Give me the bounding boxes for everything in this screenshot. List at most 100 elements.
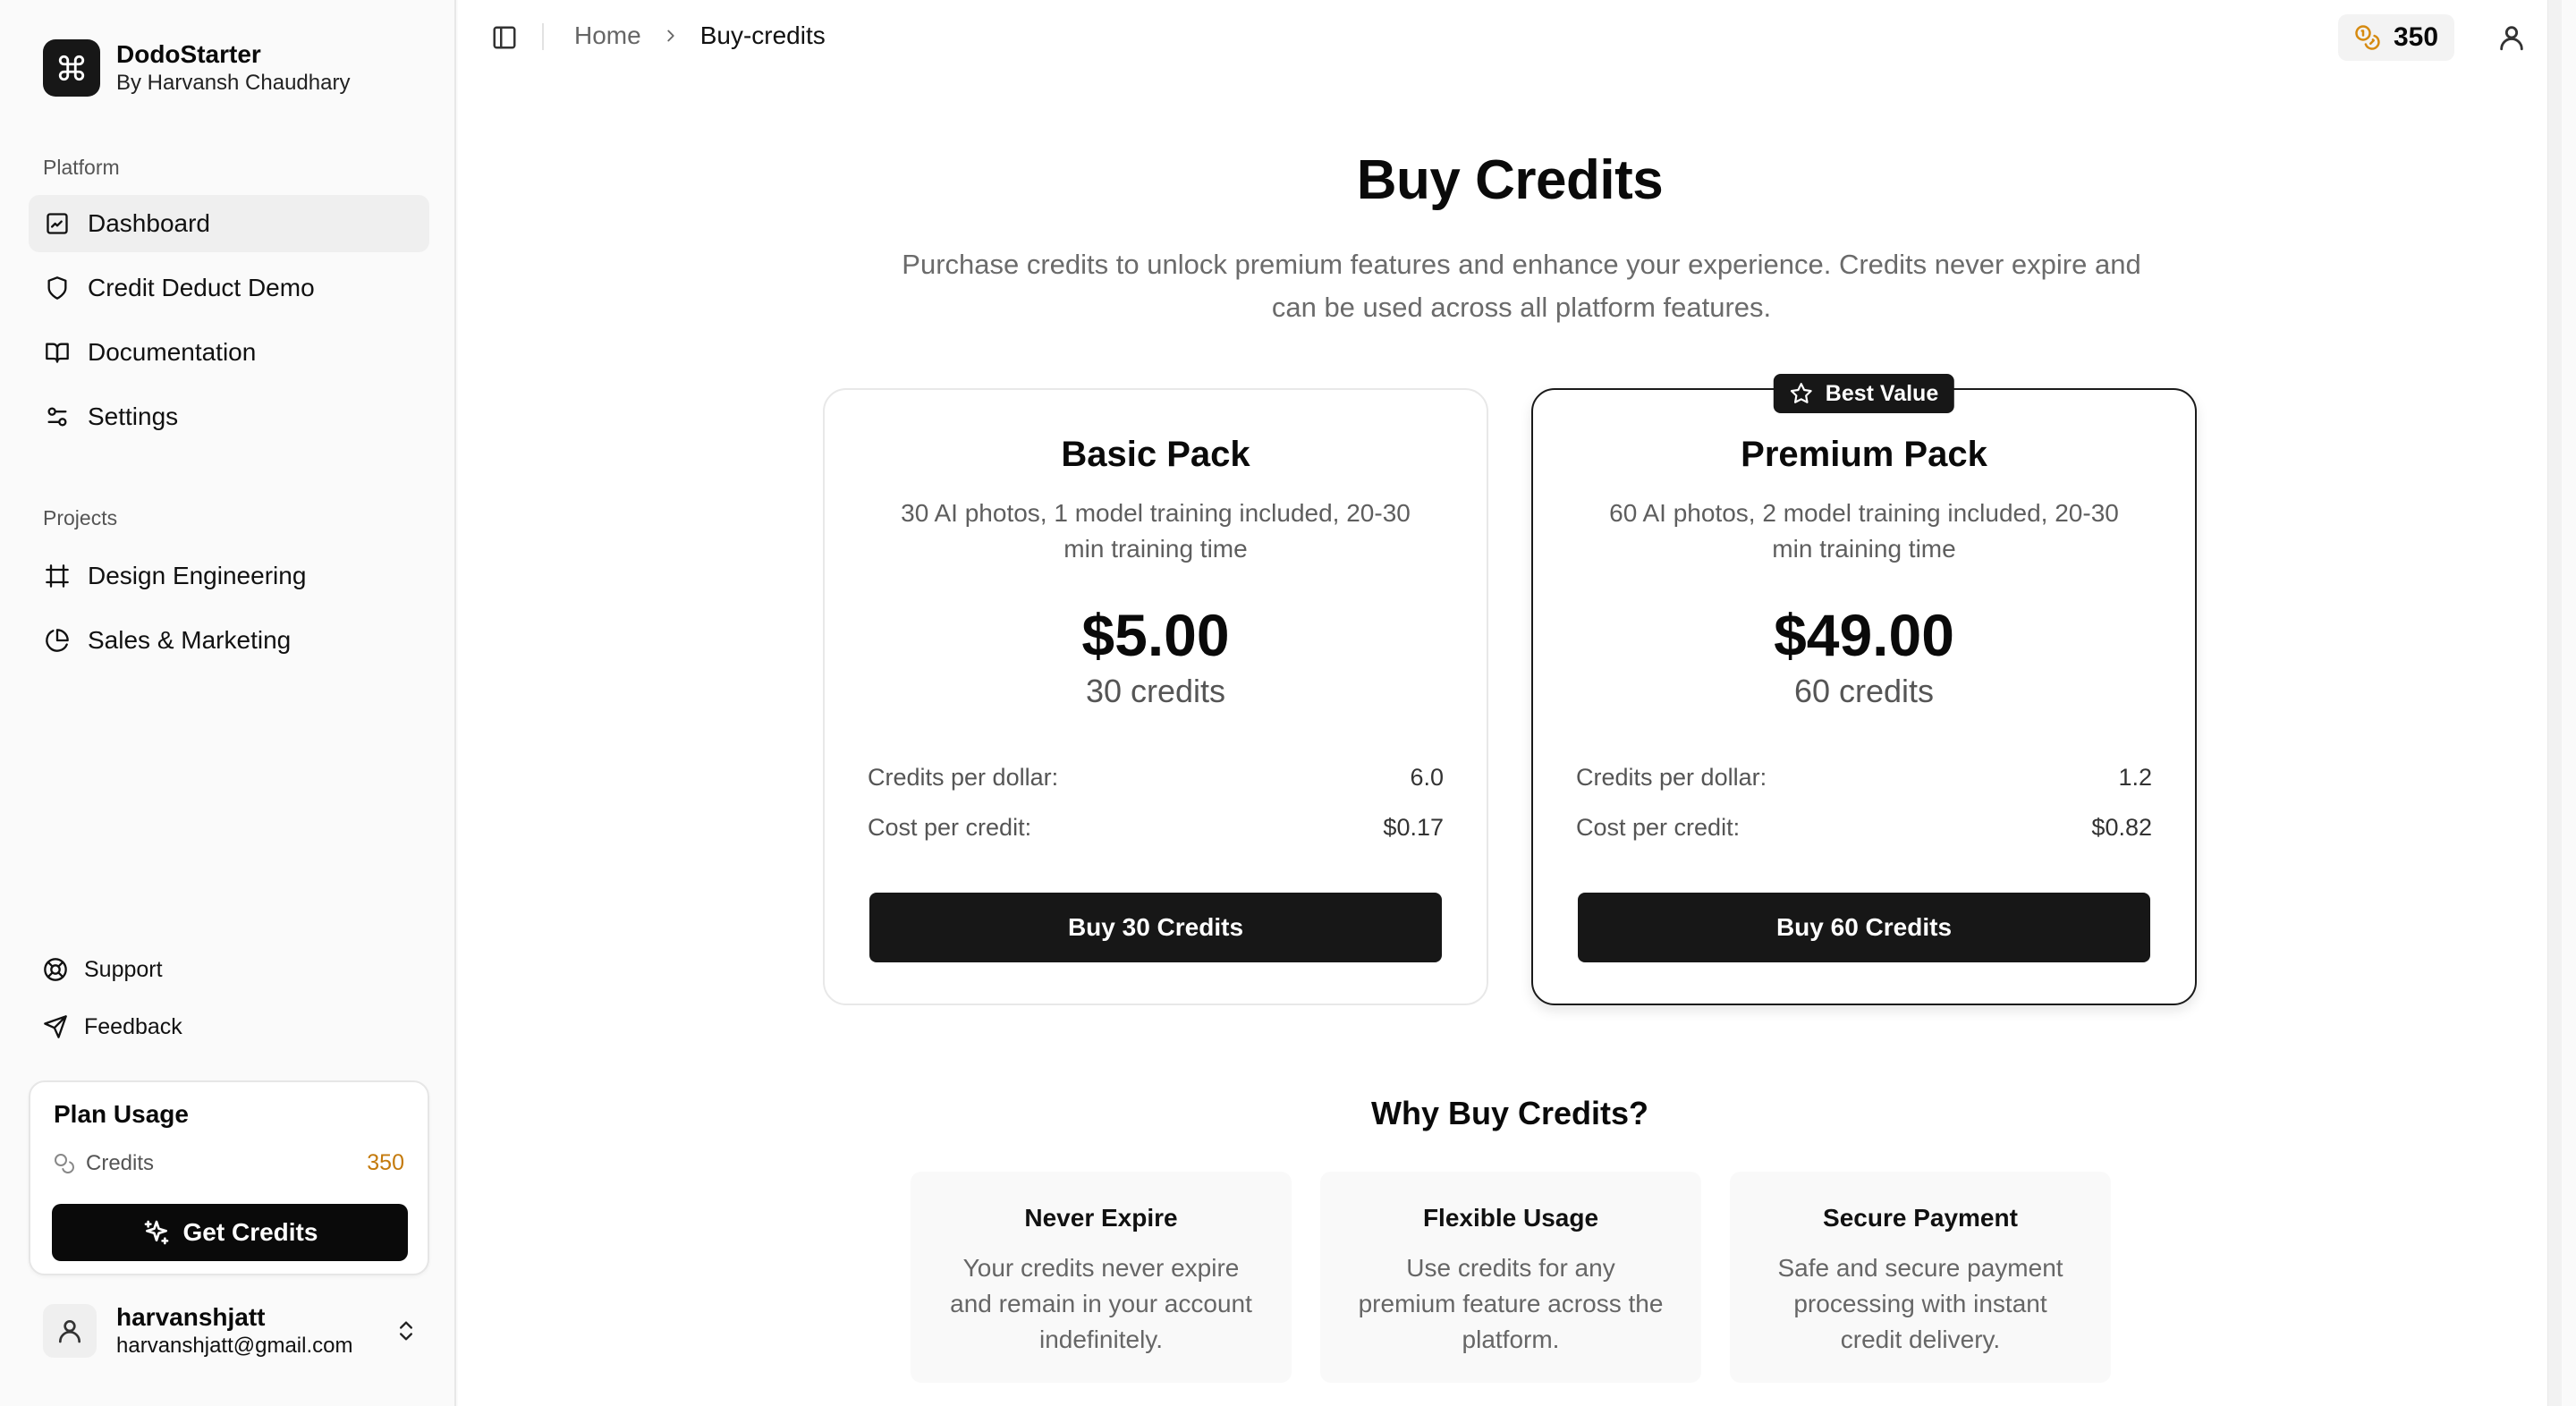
projects-nav: Design Engineering Sales & Marketing xyxy=(29,547,429,676)
topbar: Home Buy-credits 350 xyxy=(458,0,2562,73)
sidebar-item-dashboard[interactable]: Dashboard xyxy=(29,195,429,252)
credits-per-dollar-row: Credits per dollar: 1.2 xyxy=(1576,764,2152,792)
pie-chart-icon xyxy=(43,626,72,655)
breadcrumb: Home Buy-credits xyxy=(574,21,826,50)
pack-credits: 60 credits xyxy=(1793,673,1935,709)
get-credits-button[interactable]: Get Credits xyxy=(52,1204,408,1261)
sidebar-item-label: Dashboard xyxy=(88,209,210,237)
pack-credits: 30 credits xyxy=(1085,673,1226,709)
plan-credits-label: Credits xyxy=(86,1150,155,1175)
sidebar-item-label: Sales & Marketing xyxy=(88,626,292,654)
command-icon xyxy=(43,39,100,97)
buy-60-credits-button[interactable]: Buy 60 Credits xyxy=(1578,893,2150,962)
why-card-text: Safe and secure payment processing with … xyxy=(1777,1254,2063,1353)
user-icon xyxy=(55,1317,84,1345)
cost-per-credit-label: Cost per credit: xyxy=(1576,814,1741,841)
sidebar-item-feedback[interactable]: Feedback xyxy=(29,1000,429,1054)
credits-per-dollar-label: Credits per dollar: xyxy=(868,764,1059,791)
main-content: Home Buy-credits 350 Buy Credits Purchas… xyxy=(458,0,2562,1406)
sidebar-item-label: Design Engineering xyxy=(88,562,307,589)
projects-section-label: Projects xyxy=(43,506,118,529)
sidebar-item-label: Documentation xyxy=(88,338,257,366)
best-value-badge: Best Value xyxy=(1773,374,1955,413)
book-icon xyxy=(43,338,72,367)
chevron-right-icon xyxy=(661,26,681,46)
pack-price: $49.00 xyxy=(1774,602,1954,668)
user-name: harvanshjatt xyxy=(116,1303,266,1331)
panel-left-icon xyxy=(491,24,518,51)
secondary-nav: Support Feedback xyxy=(29,943,429,1057)
coins-icon xyxy=(54,1153,75,1174)
pack-name: Basic Pack xyxy=(1061,435,1250,474)
cost-per-credit-label: Cost per credit: xyxy=(868,814,1032,841)
shield-icon xyxy=(43,274,72,302)
brand[interactable]: DodoStarter By Harvansh Chaudhary xyxy=(43,39,350,97)
cost-per-credit-value: $0.17 xyxy=(1383,814,1444,841)
avatar xyxy=(43,1304,97,1358)
why-card-text: Your credits never expire and remain in … xyxy=(950,1254,1252,1353)
pack-price: $5.00 xyxy=(1081,602,1230,668)
credits-per-dollar-value: 1.2 xyxy=(2118,764,2152,791)
sparkles-icon xyxy=(142,1218,171,1247)
why-card-secure-payment: Secure Payment Safe and secure payment p… xyxy=(1730,1172,2111,1383)
credits-per-dollar-row: Credits per dollar: 6.0 xyxy=(868,764,1444,792)
sidebar-item-sales-marketing[interactable]: Sales & Marketing xyxy=(29,612,429,669)
badge-label: Best Value xyxy=(1825,380,1939,406)
sliders-icon xyxy=(43,402,72,431)
sidebar-item-label: Settings xyxy=(88,402,179,430)
why-card-text: Use credits for any premium feature acro… xyxy=(1358,1254,1664,1353)
brand-subtitle: By Harvansh Chaudhary xyxy=(116,71,351,95)
sidebar-item-credit-deduct-demo[interactable]: Credit Deduct Demo xyxy=(29,259,429,317)
brand-name: DodoStarter xyxy=(116,40,261,68)
why-card-title: Secure Payment xyxy=(1823,1204,2018,1232)
pack-description: 60 AI photos, 2 model training included,… xyxy=(1609,499,2119,563)
sidebar-item-design-engineering[interactable]: Design Engineering xyxy=(29,547,429,605)
platform-section-label: Platform xyxy=(43,156,120,179)
sidebar-toggle-button[interactable] xyxy=(488,21,521,54)
divider xyxy=(542,23,544,50)
sidebar-item-support[interactable]: Support xyxy=(29,943,429,996)
buy-30-credits-button[interactable]: Buy 30 Credits xyxy=(869,893,1442,962)
why-buy-title: Why Buy Credits? xyxy=(1370,1095,1649,1131)
sidebar-item-label: Credit Deduct Demo xyxy=(88,274,315,301)
breadcrumb-home[interactable]: Home xyxy=(574,21,641,50)
plan-usage-card: Plan Usage Credits 350 Get Credits xyxy=(29,1080,429,1275)
account-button[interactable] xyxy=(2494,20,2529,55)
credits-per-dollar-label: Credits per dollar: xyxy=(1576,764,1767,791)
get-credits-label: Get Credits xyxy=(182,1218,318,1246)
sidebar-item-documentation[interactable]: Documentation xyxy=(29,324,429,381)
page-subtitle: Purchase credits to unlock premium featu… xyxy=(902,249,2141,323)
plan-credits-value: 350 xyxy=(367,1150,404,1175)
cost-per-credit-value: $0.82 xyxy=(2091,814,2152,841)
why-card-never-expire: Never Expire Your credits never expire a… xyxy=(911,1172,1292,1383)
plan-usage-title: Plan Usage xyxy=(54,1100,189,1128)
frame-icon xyxy=(43,562,72,590)
premium-pack-card: Best Value Premium Pack 60 AI photos, 2 … xyxy=(1531,374,2197,1005)
why-card-title: Never Expire xyxy=(1024,1204,1178,1232)
cost-per-credit-row: Cost per credit: $0.82 xyxy=(1576,814,2152,842)
coins-icon xyxy=(2354,24,2381,51)
plan-credits-row: Credits 350 xyxy=(54,1150,404,1176)
user-email: harvanshjatt@gmail.com xyxy=(116,1334,353,1358)
send-icon xyxy=(43,1014,68,1039)
scrollbar[interactable] xyxy=(2547,0,2562,1406)
basic-pack-card: Basic Pack 30 AI photos, 1 model trainin… xyxy=(823,388,1488,1005)
user-icon xyxy=(2496,22,2527,53)
sidebar: DodoStarter By Harvansh Chaudhary Platfo… xyxy=(0,0,456,1406)
sidebar-item-settings[interactable]: Settings xyxy=(29,388,429,445)
why-card-title: Flexible Usage xyxy=(1422,1204,1599,1232)
sidebar-item-label: Support xyxy=(84,956,163,982)
sidebar-item-label: Feedback xyxy=(84,1013,182,1039)
user-menu[interactable]: harvanshjatt harvanshjatt@gmail.com xyxy=(43,1302,419,1359)
star-icon xyxy=(1790,382,1813,405)
credits-per-dollar-value: 6.0 xyxy=(1410,764,1444,791)
page-title: Buy Credits xyxy=(1356,149,1664,211)
chevrons-up-down-icon xyxy=(394,1318,419,1343)
cost-per-credit-row: Cost per credit: $0.17 xyxy=(868,814,1444,842)
pack-description: 30 AI photos, 1 model training included,… xyxy=(901,499,1411,563)
credits-badge[interactable]: 350 xyxy=(2338,14,2455,61)
breadcrumb-current: Buy-credits xyxy=(699,21,826,49)
credits-count: 350 xyxy=(2394,22,2439,52)
platform-nav: Dashboard Credit Deduct Demo Documentati… xyxy=(29,195,429,453)
dashboard-icon xyxy=(43,209,72,238)
